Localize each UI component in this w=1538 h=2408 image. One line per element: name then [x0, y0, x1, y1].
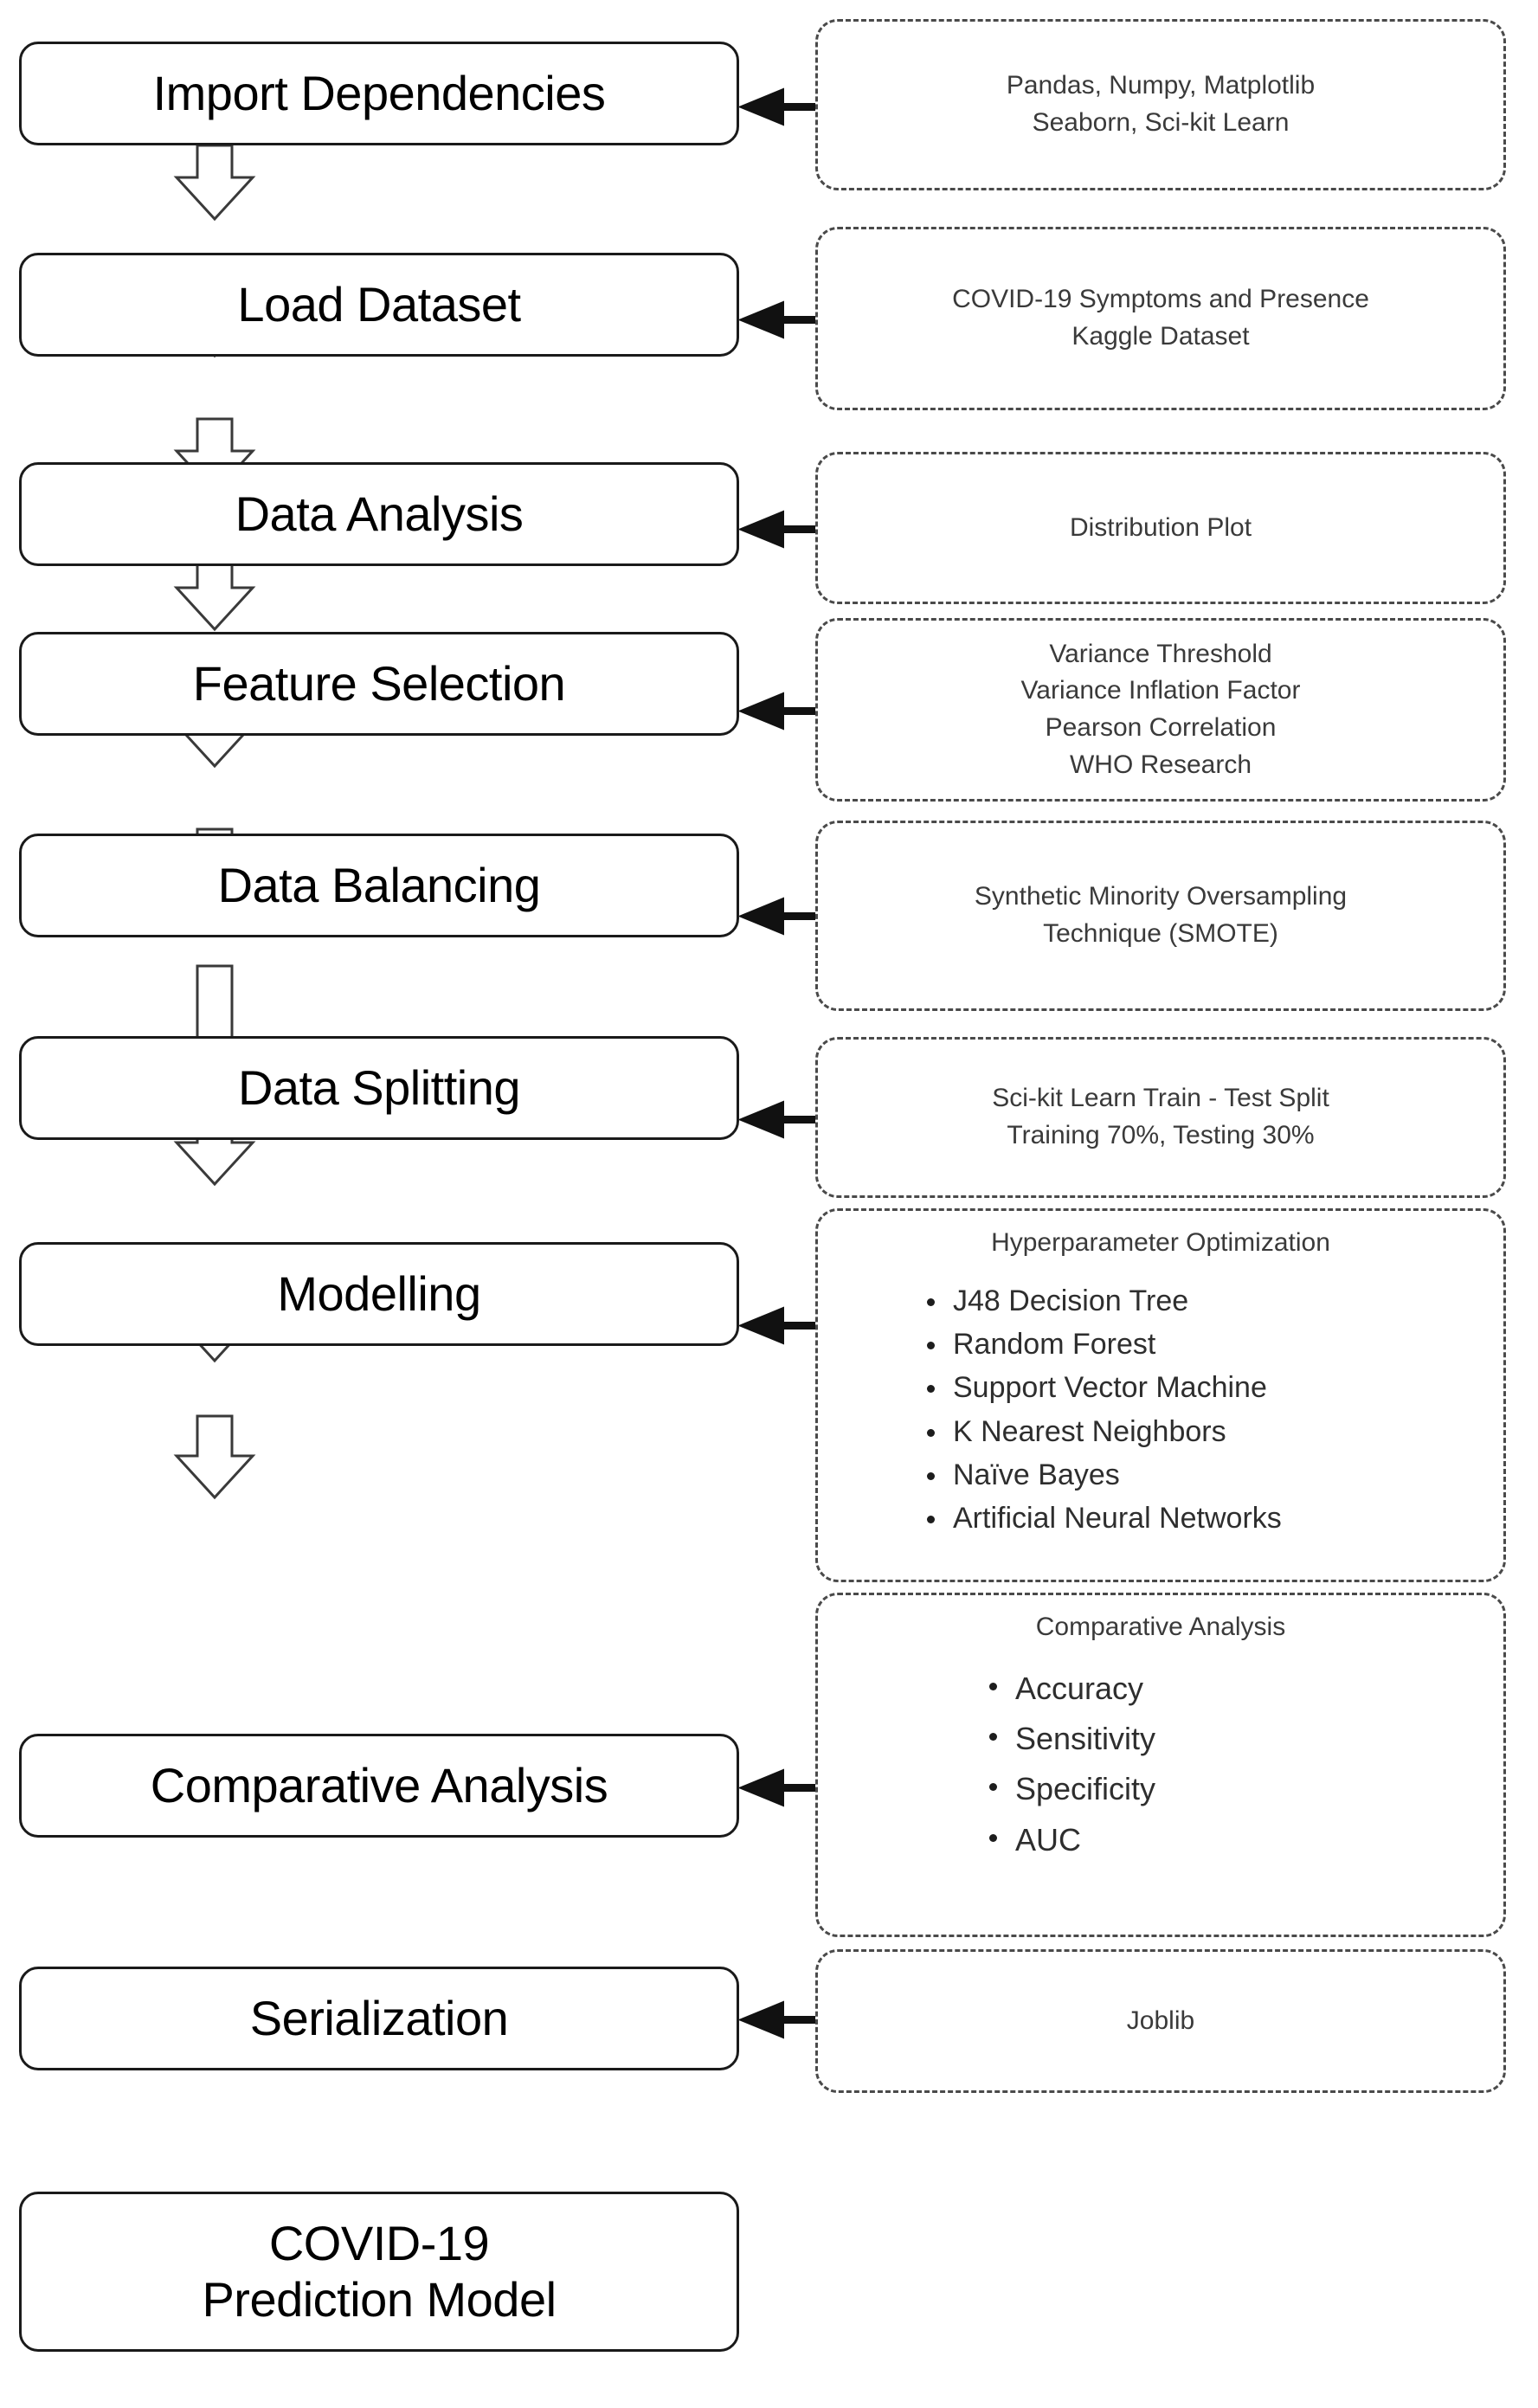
note-arrow-6: [737, 1100, 827, 1139]
note-data-splitting: Sci-kit Learn Train - Test Split Trainin…: [815, 1037, 1506, 1198]
note-line: Training 70%, Testing 30%: [1007, 1121, 1315, 1149]
step-data-balancing[interactable]: Data Balancing: [19, 834, 739, 937]
note-line: Distribution Plot: [1069, 512, 1252, 542]
flow-arrow-down-4: [173, 554, 256, 632]
note-data-balancing: Synthetic Minority Oversampling Techniqu…: [815, 821, 1506, 1011]
note-line: Technique (SMOTE): [1043, 919, 1278, 948]
step-load-dataset[interactable]: Load Dataset: [19, 253, 739, 357]
metric-list: Accuracy Sensitivity Specificity AUC: [840, 1664, 1481, 1865]
note-dataset: COVID-19 Symptoms and Presence Kaggle Da…: [815, 227, 1506, 410]
note-line: Variance Inflation Factor: [1020, 676, 1301, 705]
note-arrow-3: [737, 510, 827, 549]
metric-list-item: Accuracy: [986, 1664, 1481, 1714]
note-arrow-1: [737, 87, 827, 126]
note-arrow-2: [737, 300, 827, 339]
note-title: Hyperparameter Optimization: [991, 1228, 1330, 1257]
note-arrow-8: [737, 1768, 827, 1807]
step-label: Import Dependencies: [152, 65, 606, 120]
note-line: Pandas, Numpy, Matplotlib: [1006, 71, 1316, 100]
step-feature-selection[interactable]: Feature Selection: [19, 632, 739, 736]
step-label: Load Dataset: [237, 276, 521, 332]
note-serialization: Joblib: [815, 1949, 1506, 2093]
step-label: Feature Selection: [192, 655, 566, 711]
note-line: Joblib: [1126, 2006, 1195, 2035]
note-comparative-analysis: Comparative Analysis Accuracy Sensitivit…: [815, 1593, 1506, 1937]
note-arrow-9: [737, 2000, 827, 2039]
note-line: Sci-kit Learn Train - Test Split: [992, 1084, 1329, 1113]
note-arrow-4: [737, 692, 827, 731]
step-covid-prediction-model[interactable]: COVID-19 Prediction Model: [19, 2192, 739, 2352]
step-import-dependencies[interactable]: Import Dependencies: [19, 42, 739, 145]
step-label: Data Balancing: [217, 857, 541, 912]
step-modelling[interactable]: Modelling: [19, 1242, 739, 1346]
note-data-analysis: Distribution Plot: [815, 452, 1506, 604]
note-title: Comparative Analysis: [1035, 1613, 1286, 1641]
step-label: Serialization: [249, 1990, 509, 2045]
step-label: Comparative Analysis: [150, 1757, 608, 1812]
note-line: WHO Research: [1069, 750, 1252, 779]
note-line: COVID-19 Symptoms and Presence: [952, 285, 1369, 314]
step-label: Data Splitting: [237, 1059, 521, 1115]
step-label: Modelling: [277, 1265, 481, 1321]
flow-arrow-down-1: [173, 144, 256, 222]
note-modelling: Hyperparameter Optimization J48 Decision…: [815, 1208, 1506, 1582]
note-line: Kaggle Dataset: [1071, 322, 1250, 351]
model-list-item: Naïve Bayes: [923, 1453, 1481, 1497]
step-comparative-analysis[interactable]: Comparative Analysis: [19, 1734, 739, 1838]
model-list-item: Support Vector Machine: [923, 1366, 1481, 1409]
note-feature-selection: Variance Threshold Variance Inflation Fa…: [815, 618, 1506, 802]
step-data-splitting[interactable]: Data Splitting: [19, 1036, 739, 1140]
step-serialization[interactable]: Serialization: [19, 1967, 739, 2070]
model-list-item: J48 Decision Tree: [923, 1279, 1481, 1323]
note-dependencies: Pandas, Numpy, Matplotlib Seaborn, Sci-k…: [815, 19, 1506, 190]
step-data-analysis[interactable]: Data Analysis: [19, 462, 739, 566]
step-label: COVID-19: [268, 2216, 490, 2271]
flow-arrow-down-9: [173, 1414, 256, 1500]
model-list-item: K Nearest Neighbors: [923, 1410, 1481, 1453]
note-arrow-7: [737, 1306, 827, 1345]
note-line: Variance Threshold: [1049, 639, 1272, 668]
flowchart-canvas: Import Dependencies Load Dataset Data An…: [0, 0, 1538, 2408]
metric-list-item: AUC: [986, 1815, 1481, 1865]
note-line: Synthetic Minority Oversampling: [974, 882, 1348, 911]
step-label: Data Analysis: [235, 486, 524, 541]
step-label-second-line: Prediction Model: [202, 2271, 557, 2327]
note-line: Pearson Correlation: [1045, 713, 1277, 742]
note-arrow-5: [737, 897, 827, 936]
metric-list-item: Sensitivity: [986, 1714, 1481, 1764]
metric-list-item: Specificity: [986, 1764, 1481, 1814]
model-list: J48 Decision Tree Random Forest Support …: [840, 1279, 1481, 1541]
model-list-item: Artificial Neural Networks: [923, 1497, 1481, 1540]
note-line: Seaborn, Sci-kit Learn: [1032, 108, 1290, 137]
model-list-item: Random Forest: [923, 1323, 1481, 1366]
